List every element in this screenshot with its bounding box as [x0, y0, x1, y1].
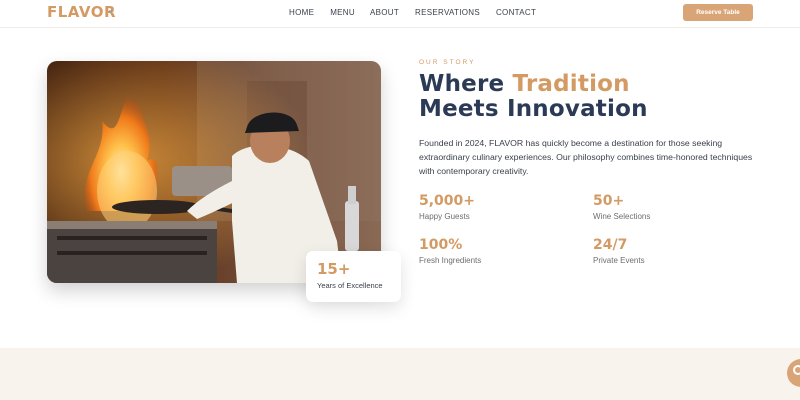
experience-badge: 15+ Years of Excellence: [306, 251, 401, 302]
stat-private-events: 24/7 Private Events: [593, 237, 645, 265]
chef-photo: [47, 61, 381, 283]
main-menu: HOME MENU ABOUT RESERVATIONS CONTACT: [289, 8, 552, 17]
about-description: Founded in 2024, FLAVOR has quickly beco…: [419, 138, 753, 176]
headline-part1: Where: [419, 71, 513, 97]
stat-label: Happy Guests: [419, 212, 470, 221]
nav-link-about[interactable]: ABOUT: [370, 8, 399, 17]
chef-photo-illustration: [47, 61, 381, 283]
brand-logo[interactable]: FLAVOR: [47, 3, 116, 21]
reserve-table-button[interactable]: Reserve Table: [683, 4, 753, 21]
stat-value: 24/7: [593, 237, 628, 253]
stat-happy-guests: 5,000+ Happy Guests: [419, 193, 475, 221]
badge-value: 15+: [317, 260, 351, 278]
headline-line2: Meets Innovation: [419, 96, 648, 122]
nav-link-menu[interactable]: MENU: [330, 8, 355, 17]
badge-label: Years of Excellence: [317, 281, 383, 290]
nav-link-contact[interactable]: CONTACT: [496, 8, 536, 17]
stat-fresh-ingredients: 100% Fresh Ingredients: [419, 237, 481, 265]
next-section-band: [0, 348, 800, 400]
stat-label: Fresh Ingredients: [419, 256, 482, 265]
trademark-mark: ™: [108, 10, 114, 16]
section-eyebrow: OUR STORY: [419, 59, 476, 66]
nav-link-home[interactable]: HOME: [289, 8, 314, 17]
stat-value: 50+: [593, 193, 625, 209]
headline-accent: Tradition: [512, 71, 630, 97]
stat-value: 100%: [419, 237, 463, 253]
stat-label: Private Events: [593, 256, 645, 265]
circle-icon: [793, 365, 800, 375]
top-navbar: FLAVOR ™ HOME MENU ABOUT RESERVATIONS CO…: [0, 0, 800, 28]
section-headline: Where Tradition Meets Innovation: [419, 72, 648, 122]
stat-label: Wine Selections: [593, 212, 651, 221]
nav-link-reservations[interactable]: RESERVATIONS: [415, 8, 480, 17]
stat-value: 5,000+: [419, 193, 476, 209]
stat-wine-selections: 50+ Wine Selections: [593, 193, 650, 221]
